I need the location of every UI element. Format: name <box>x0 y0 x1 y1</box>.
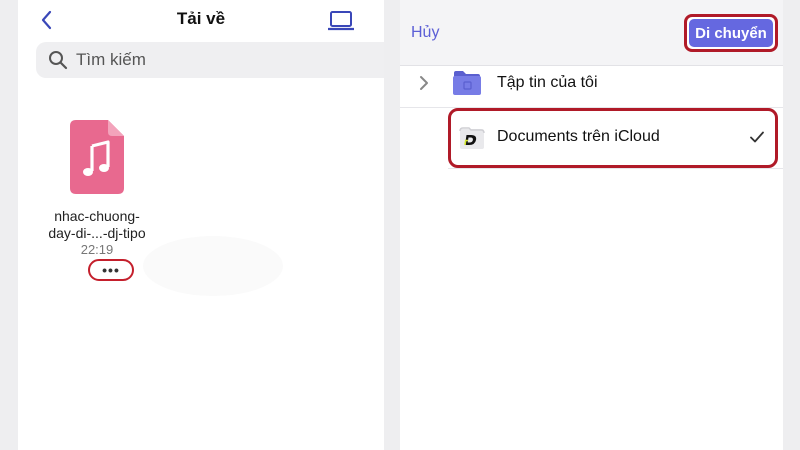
search-bar[interactable]: Tìm kiếm <box>36 42 384 78</box>
folder-row-label: Tập tin của tôi <box>497 74 598 91</box>
cancel-button[interactable]: Hủy <box>411 24 439 42</box>
chevron-right-icon[interactable] <box>418 74 430 92</box>
search-placeholder: Tìm kiếm <box>76 50 146 69</box>
file-name-line2: day-di-...-dj-tipo <box>48 225 146 241</box>
files-browser-panel: Tải về Tìm kiếm nhac-chuong- day-di-...-… <box>18 0 384 450</box>
documents-app-folder-icon <box>459 127 485 149</box>
move-header: Hủy Di chuyển <box>400 0 783 66</box>
move-button[interactable]: Di chuyển <box>684 14 778 52</box>
checkmark-icon <box>750 131 764 143</box>
move-destination-panel: Hủy Di chuyển Tập tin của tôi Documents … <box>400 0 783 450</box>
move-button-label: Di chuyển <box>689 19 773 47</box>
more-options-button[interactable]: ••• <box>88 259 134 281</box>
music-file-icon <box>70 120 124 194</box>
file-time: 22:19 <box>80 242 114 257</box>
laptop-icon <box>326 11 356 31</box>
file-item[interactable]: nhac-chuong- day-di-...-dj-tipo 22:19 <box>42 120 152 258</box>
more-icon: ••• <box>102 262 120 278</box>
folder-row-my-files[interactable]: Tập tin của tôi <box>400 60 783 108</box>
file-name-line1: nhac-chuong- <box>54 208 140 224</box>
device-button[interactable] <box>326 10 356 32</box>
file-name: nhac-chuong- day-di-...-dj-tipo <box>42 208 152 242</box>
folder-row-documents-icloud[interactable]: Documents trên iCloud <box>448 108 778 168</box>
background-smudge <box>143 236 283 296</box>
folder-icon <box>453 71 481 95</box>
row-divider <box>448 168 783 169</box>
search-icon <box>49 51 68 70</box>
folder-row-label: Documents trên iCloud <box>497 128 660 145</box>
